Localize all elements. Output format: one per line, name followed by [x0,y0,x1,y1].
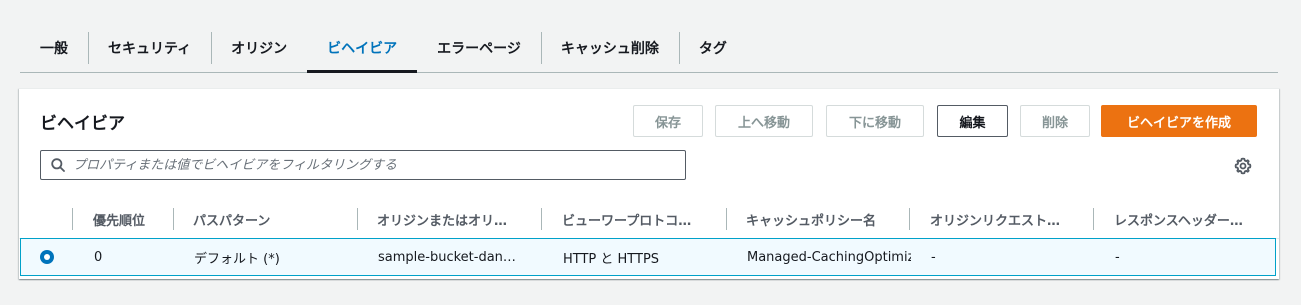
cell-response-headers: - [1115,249,1120,265]
column-header-viewer-protocol[interactable]: ビューワープロトコ… [562,200,727,238]
tab-behaviors[interactable]: ビヘイビア [307,24,418,73]
column-divider[interactable] [173,208,174,230]
table-header: 優先順位 パスパターン オリジンまたはオリ… ビューワープロトコ… キャッシュポ… [19,200,1279,239]
column-header-priority[interactable]: 優先順位 [93,200,173,238]
filter-box [40,150,686,180]
create-behavior-button[interactable]: ビヘイビアを作成 [1101,105,1257,137]
tab-error-pages[interactable]: エラーページ [417,24,541,72]
cell-priority: 0 [94,249,103,265]
tab-security[interactable]: セキュリティ [88,24,211,72]
cell-cache-policy: Managed-CachingOptimiz [747,249,911,265]
column-header-origin-request[interactable]: オリジンリクエスト… [930,200,1095,238]
panel-title: ビヘイビア [40,114,125,134]
edit-button[interactable]: 編集 [937,105,1008,137]
column-divider[interactable] [541,208,542,230]
move-up-button[interactable]: 上へ移動 [715,105,813,137]
filter-input[interactable] [73,157,685,173]
gear-icon[interactable] [1234,157,1252,175]
search-icon [51,158,65,172]
behaviors-panel: ビヘイビア 保存 上へ移動 下に移動 編集 削除 ビヘイビアを作成 優先順位 パ… [19,88,1279,279]
delete-button[interactable]: 削除 [1020,105,1090,137]
radio-selected-icon[interactable] [40,250,54,264]
column-header-path-pattern[interactable]: パスパターン [193,200,358,238]
tab-origins[interactable]: オリジン [211,24,307,72]
cell-viewer-protocol: HTTP と HTTPS [563,251,660,267]
cell-path-pattern: デフォルト (*) [194,251,280,267]
column-divider[interactable] [726,208,727,230]
column-header-cache-policy[interactable]: キャッシュポリシー名 [746,200,911,238]
column-divider[interactable] [1093,208,1094,230]
cell-origin-request: - [931,249,936,265]
tab-general[interactable]: 一般 [20,24,88,72]
save-button[interactable]: 保存 [633,105,703,137]
table-row[interactable]: 0 デフォルト (*) sample-bucket-dan… HTTP と HT… [20,238,1276,276]
column-divider[interactable] [909,208,910,230]
column-header-origin[interactable]: オリジンまたはオリ… [377,200,542,238]
tab-bar: 一般 セキュリティ オリジン ビヘイビア エラーページ キャッシュ削除 タグ [20,24,1278,73]
column-divider[interactable] [72,208,73,230]
move-down-button[interactable]: 下に移動 [826,105,924,137]
tab-invalidations[interactable]: キャッシュ削除 [540,24,679,72]
column-header-response-headers[interactable]: レスポンスヘッダー… [1114,200,1264,238]
column-divider[interactable] [357,208,358,230]
tab-tags[interactable]: タグ [678,24,747,72]
cell-origin: sample-bucket-dan… [378,249,516,265]
